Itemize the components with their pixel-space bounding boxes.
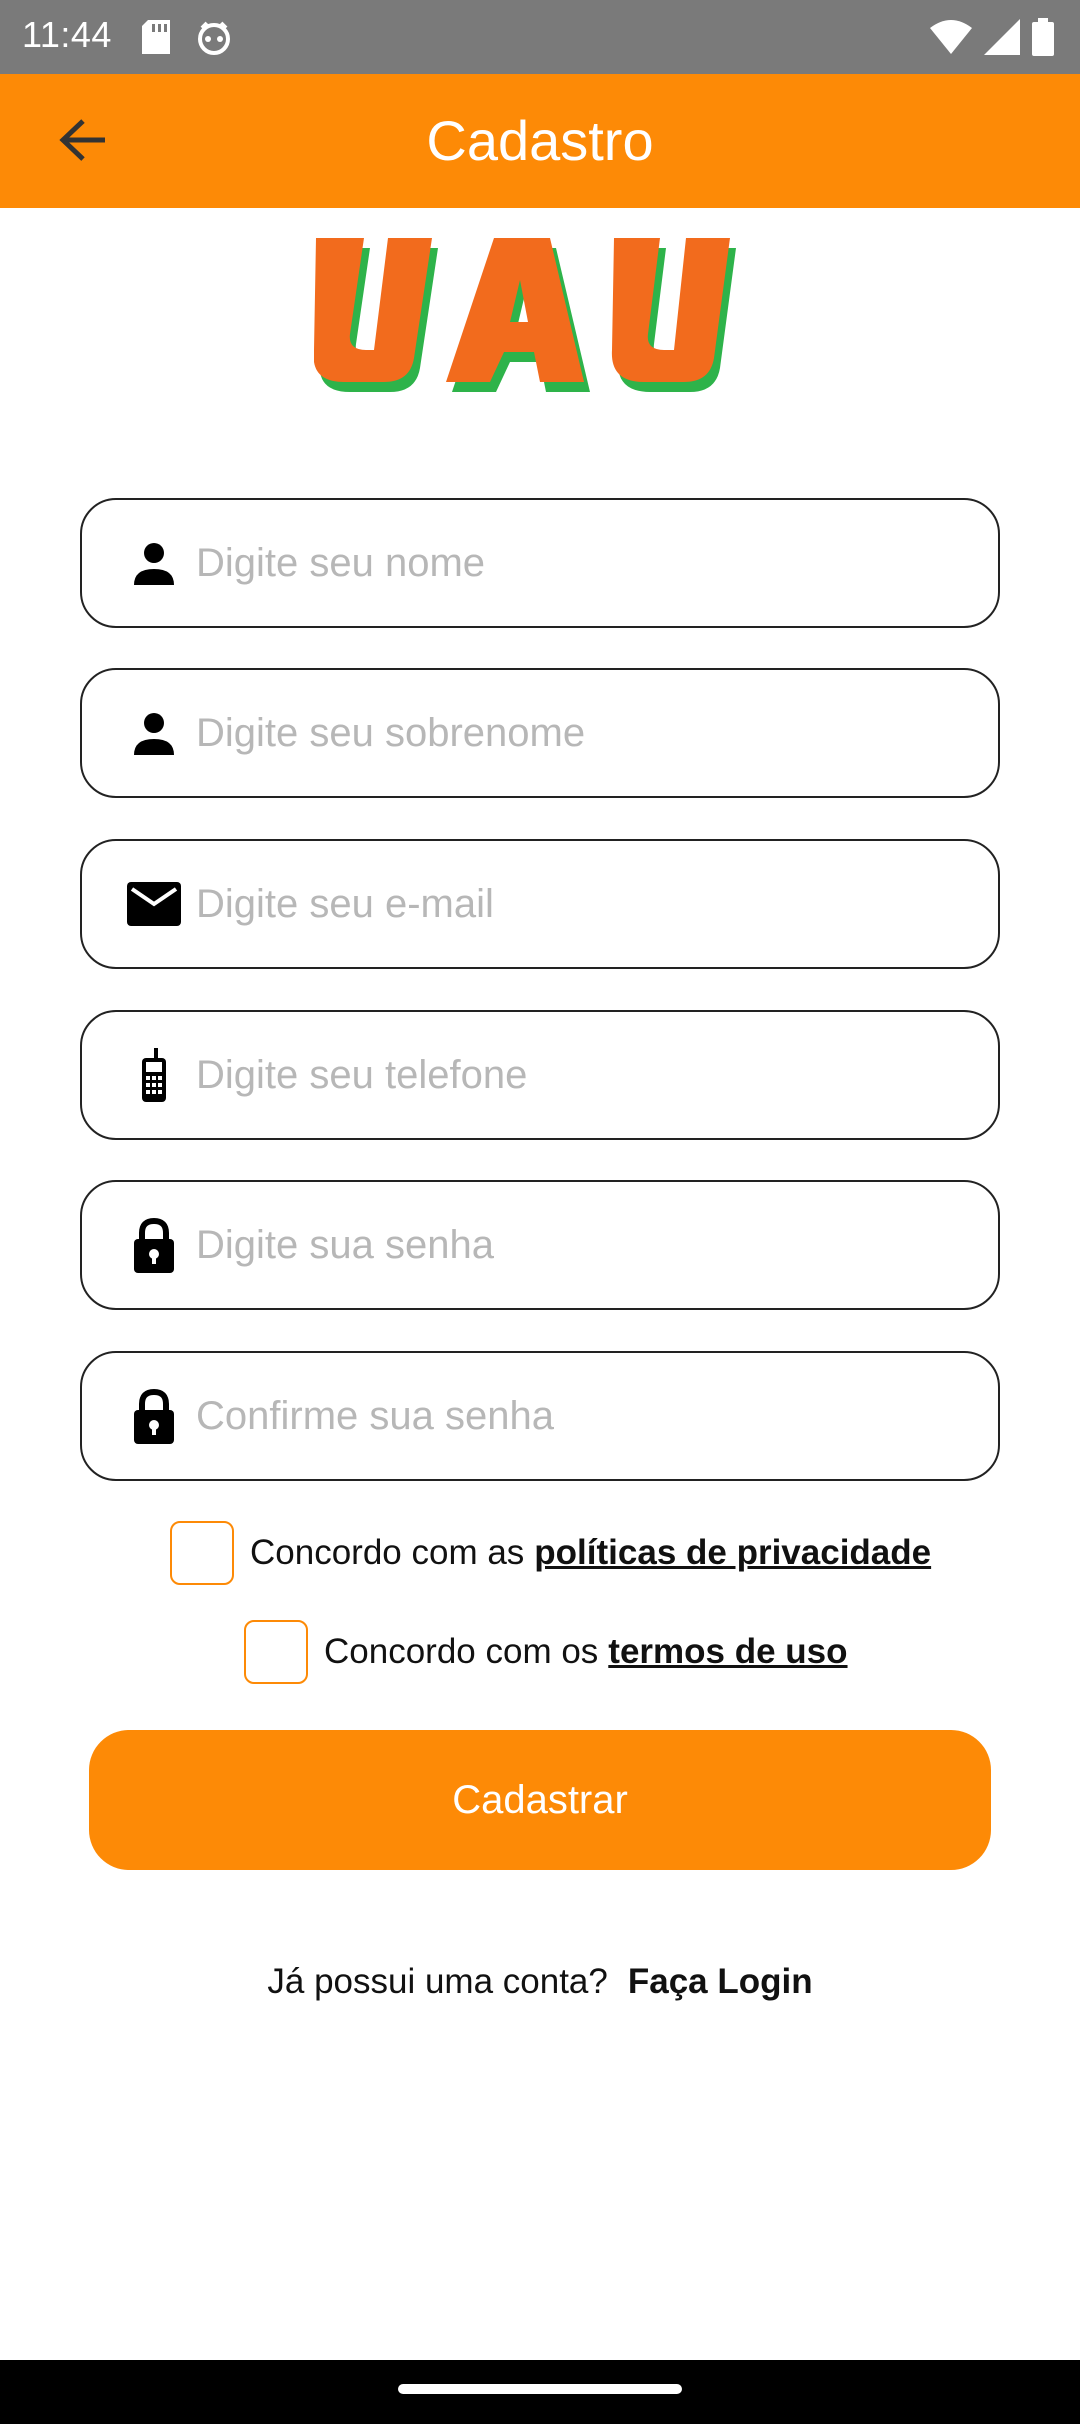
terms-consent-row: Concordo com os termos de uso [244, 1620, 848, 1684]
person-icon [126, 535, 182, 591]
terms-checkbox[interactable] [244, 1620, 308, 1684]
login-prompt-text: Já possui uma conta? [267, 1962, 608, 2001]
battery-icon [1032, 18, 1054, 61]
navigation-bar [0, 2360, 1080, 2424]
last-name-field[interactable] [80, 668, 1000, 798]
login-prompt: Já possui uma conta? Faça Login [0, 1962, 1080, 2002]
home-gesture-handle[interactable] [398, 2384, 682, 2394]
lock-icon [126, 1388, 182, 1444]
page-title: Cadastro [426, 109, 654, 172]
wifi-icon [930, 20, 972, 59]
uau-logo [313, 230, 764, 400]
phone-icon [126, 1047, 182, 1103]
privacy-consent-text: Concordo com as [250, 1533, 525, 1572]
lock-icon [126, 1217, 182, 1273]
confirm-password-field[interactable] [80, 1351, 1000, 1481]
app-bar: Cadastro [0, 74, 1080, 208]
signal-icon [984, 19, 1020, 60]
privacy-consent-row: Concordo com as políticas de privacidade [170, 1521, 931, 1585]
email-field[interactable] [80, 839, 1000, 969]
face-notification-icon [196, 20, 232, 61]
terms-of-use-link[interactable]: termos de uso [608, 1632, 847, 1672]
register-button[interactable]: Cadastrar [89, 1730, 991, 1870]
status-icons [930, 18, 1054, 61]
first-name-input[interactable] [196, 500, 968, 626]
phone-field[interactable] [80, 1010, 1000, 1140]
last-name-input[interactable] [196, 670, 968, 796]
password-input[interactable] [196, 1182, 968, 1308]
password-field[interactable] [80, 1180, 1000, 1310]
person-icon [126, 705, 182, 761]
phone-input[interactable] [196, 1012, 968, 1138]
email-icon [126, 876, 182, 932]
status-time: 11:44 [22, 14, 112, 55]
privacy-policy-link[interactable]: políticas de privacidade [534, 1533, 931, 1573]
privacy-checkbox[interactable] [170, 1521, 234, 1585]
confirm-password-input[interactable] [196, 1353, 968, 1479]
terms-consent-text: Concordo com os [324, 1632, 599, 1671]
login-link[interactable]: Faça Login [628, 1962, 813, 2002]
status-bar: 11:44 [0, 0, 1080, 74]
email-input[interactable] [196, 841, 968, 967]
first-name-field[interactable] [80, 498, 1000, 628]
sd-card-icon [142, 20, 170, 59]
